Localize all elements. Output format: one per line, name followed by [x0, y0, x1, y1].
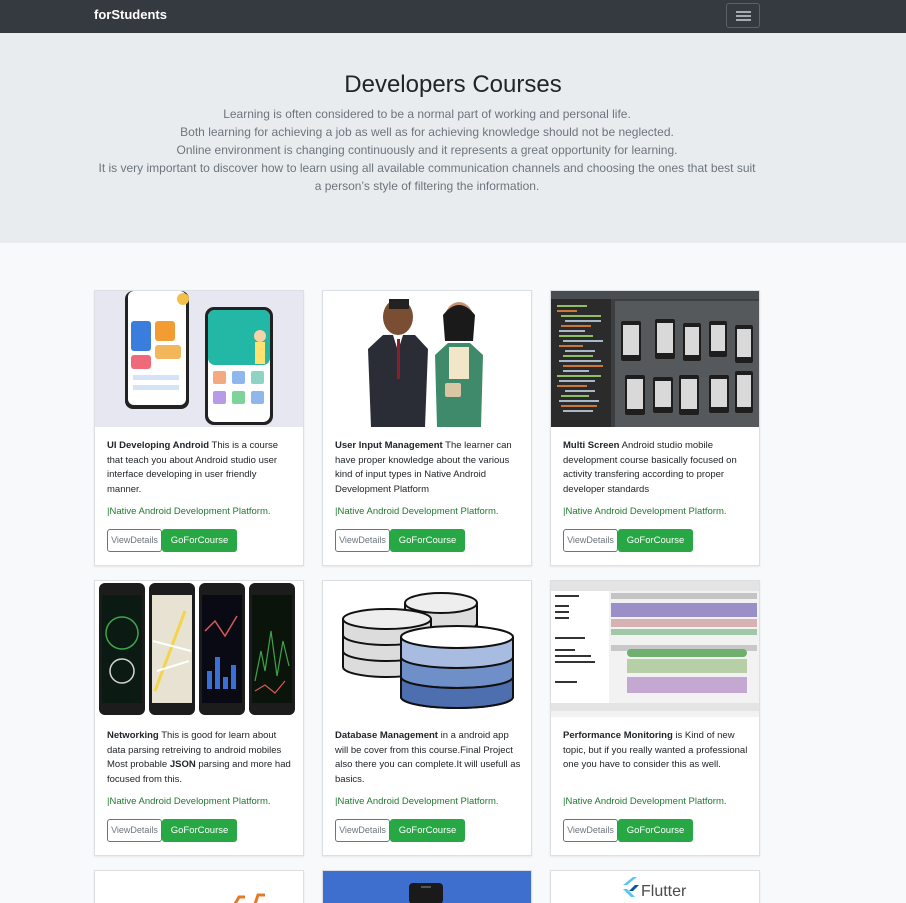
view-details-button[interactable]: ViewDetails: [107, 819, 162, 842]
course-card: Flutter: [550, 870, 760, 903]
course-image-partial: [323, 871, 531, 903]
course-card: Database Management in a android app wil…: [322, 580, 532, 856]
course-image-database: [323, 581, 531, 717]
lead-line: Both learning for achieving a job as wel…: [180, 125, 674, 139]
course-description: Networking This is good for learn about …: [107, 729, 293, 787]
course-card: [322, 870, 532, 903]
course-description-emphasis: JSON: [169, 759, 196, 770]
view-details-button[interactable]: ViewDetails: [563, 529, 618, 552]
go-for-course-button[interactable]: GoForCourse: [390, 529, 465, 552]
navbar: forStudents: [0, 0, 906, 33]
course-card: Multi Screen Android studio mobile devel…: [550, 290, 760, 566]
course-description: Database Management in a android app wil…: [335, 729, 521, 787]
lead-line: Learning is often considered to be a nor…: [223, 107, 631, 121]
course-card: [94, 870, 304, 903]
platform-label: |Native Android Development Platform.: [107, 506, 271, 517]
course-image-input: [323, 291, 531, 427]
lead-line: It is very important to discover how to …: [98, 161, 756, 193]
course-image-ui: [95, 291, 303, 427]
view-details-button[interactable]: ViewDetails: [335, 529, 390, 552]
go-for-course-button[interactable]: GoForCourse: [390, 819, 465, 842]
go-for-course-button[interactable]: GoForCourse: [162, 819, 237, 842]
page-title: Developers Courses: [344, 71, 562, 98]
platform-label: |Native Android Development Platform.: [107, 796, 271, 807]
course-image-partial: [95, 871, 303, 903]
course-title: User Input Management: [335, 440, 443, 451]
course-image-networking: [95, 581, 303, 717]
course-title: Networking: [107, 730, 159, 741]
course-image-performance: [551, 581, 759, 717]
course-description: User Input Management The learner can ha…: [335, 439, 521, 497]
navbar-toggle-button[interactable]: [726, 3, 760, 28]
course-description: UI Developing Android This is a course t…: [107, 439, 293, 497]
view-details-button[interactable]: ViewDetails: [563, 819, 618, 842]
view-details-button[interactable]: ViewDetails: [107, 529, 162, 552]
course-card: Performance Monitoring is Kind of new to…: [550, 580, 760, 856]
course-description: Performance Monitoring is Kind of new to…: [563, 729, 749, 773]
lead-line: Online environment is changing continuou…: [176, 143, 678, 157]
brand-link[interactable]: forStudents: [94, 7, 167, 22]
view-details-button[interactable]: ViewDetails: [335, 819, 390, 842]
platform-label: |Native Android Development Platform.: [335, 796, 499, 807]
course-card: User Input Management The learner can ha…: [322, 290, 532, 566]
course-title: Multi Screen: [563, 440, 620, 451]
course-title: UI Developing Android: [107, 440, 210, 451]
platform-label: |Native Android Development Platform.: [563, 796, 727, 807]
platform-label: |Native Android Development Platform.: [335, 506, 499, 517]
course-title: Performance Monitoring: [563, 730, 673, 741]
course-card: UI Developing Android This is a course t…: [94, 290, 304, 566]
course-card: Networking This is good for learn about …: [94, 580, 304, 856]
go-for-course-button[interactable]: GoForCourse: [618, 529, 693, 552]
jumbotron: Developers Courses Learning is often con…: [0, 33, 906, 243]
platform-label: |Native Android Development Platform.: [563, 506, 727, 517]
course-description: Multi Screen Android studio mobile devel…: [563, 439, 749, 497]
go-for-course-button[interactable]: GoForCourse: [618, 819, 693, 842]
flutter-logo-text: Flutter: [641, 883, 687, 900]
lead-text: Learning is often considered to be a nor…: [94, 105, 760, 195]
course-title: Database Management: [335, 730, 438, 741]
go-for-course-button[interactable]: GoForCourse: [162, 529, 237, 552]
course-image-multiscreen: [551, 291, 759, 427]
